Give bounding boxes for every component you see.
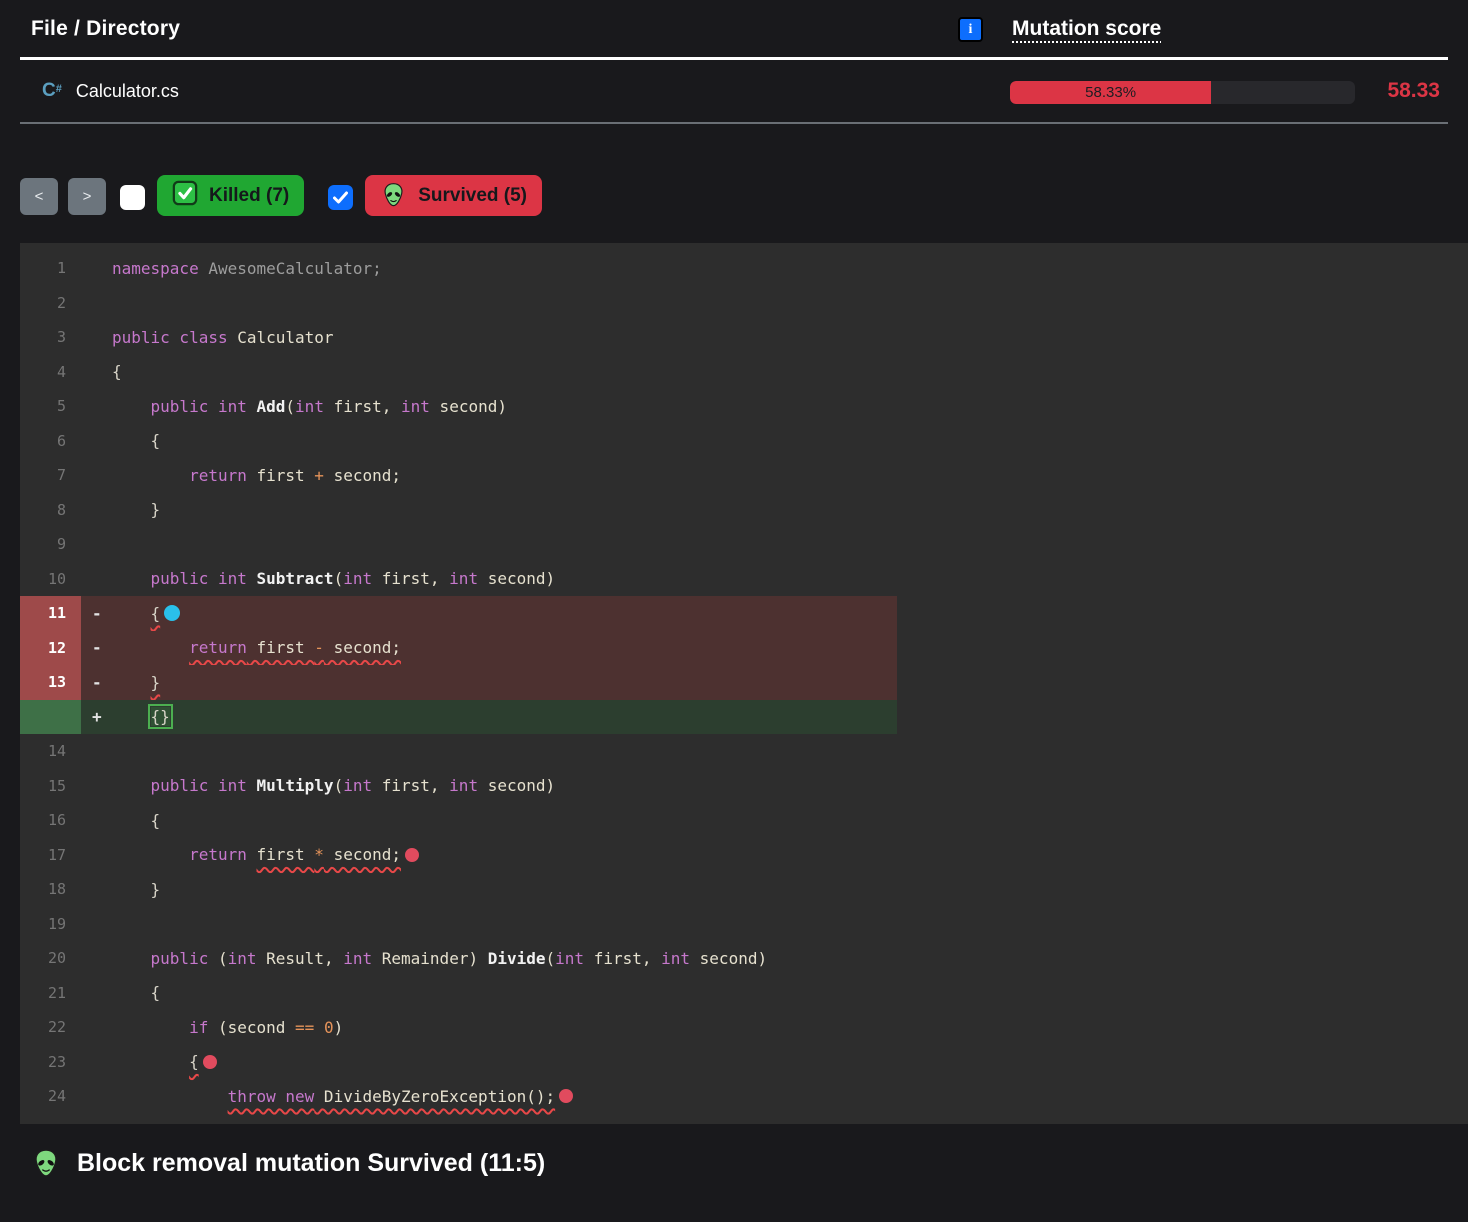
code-line: 13- } [20,665,1468,700]
diff-marker: - [81,638,112,657]
line-number: 15 [20,769,81,804]
line-number: 10 [20,562,81,597]
line-number: 18 [20,872,81,907]
line-number: 24 [20,1079,81,1114]
code-line: 17 return first * second; [20,838,1468,873]
survived-filter-checkbox[interactable] [328,185,353,210]
killed-filter-checkbox[interactable] [120,185,145,210]
code-line: 23 { [20,1045,1468,1080]
killed-filter-label: Killed (7) [209,185,289,207]
line-number: 16 [20,803,81,838]
line-number: 14 [20,734,81,769]
killed-filter-button[interactable]: Killed (7) [157,175,304,216]
survived-filter-button[interactable]: Survived (5) [365,175,542,216]
code-line: 21 { [20,976,1468,1011]
code-line: 3public class Calculator [20,320,1468,355]
previous-mutant-button[interactable]: < [20,178,58,215]
mutation-score-progress-bar: 58.33% [1010,81,1355,104]
code-line: 4{ [20,355,1468,390]
code-line: 20 public (int Result, int Remainder) Di… [20,941,1468,976]
mutation-score-heading[interactable]: Mutation score [1012,0,1161,57]
file-directory-heading: File / Directory [20,17,180,41]
line-number [20,700,81,735]
alien-icon [380,182,407,209]
progress-label: 58.33% [1085,84,1136,101]
line-number: 6 [20,424,81,459]
check-mark-button-icon [172,180,198,212]
line-number: 11 [20,596,81,631]
mutant-dot[interactable] [559,1089,573,1103]
diff-marker: - [81,673,112,692]
code-line: + {} [20,700,1468,735]
checkbox-check-icon [333,191,348,204]
next-mutant-button[interactable]: > [68,178,106,215]
mutation-report-page: File / Directory i Mutation score C# Cal… [0,0,1468,1222]
line-number: 5 [20,389,81,424]
line-number: 17 [20,838,81,873]
code-line: 24 throw new DivideByZeroException(); [20,1079,1468,1114]
code-editor: 1namespace AwesomeCalculator;23public cl… [20,243,1468,1124]
code-line: 8 } [20,493,1468,528]
code-line: 12- return first - second; [20,631,1468,666]
line-number: 2 [20,286,81,321]
filter-controls: < > Killed (7) [20,175,1468,216]
code-line: 18 } [20,872,1468,907]
line-number: 8 [20,493,81,528]
line-number: 1 [20,251,81,286]
survived-filter-label: Survived (5) [418,185,527,207]
selected-mutant-dot[interactable] [164,605,180,621]
diff-marker: + [81,707,112,726]
mutation-score-value: 58.33 [1387,60,1440,122]
code-line: 10 public int Subtract(int first, int se… [20,562,1468,597]
code-line: 14 [20,734,1468,769]
table-header-row: File / Directory i Mutation score [20,0,1448,60]
progress-fill: 58.33% [1010,81,1211,104]
line-number: 4 [20,355,81,390]
code-line: 5 public int Add(int first, int second) [20,389,1468,424]
line-number: 13 [20,665,81,700]
line-number: 3 [20,320,81,355]
alien-icon [30,1148,62,1180]
csharp-file-icon: C# [42,80,62,102]
file-row[interactable]: C# Calculator.cs 58.33% 58.33 [20,60,1448,124]
line-number: 12 [20,631,81,666]
selected-mutation-text: Block removal mutation Survived (11:5) [77,1149,545,1178]
code-line: 19 [20,907,1468,942]
code-line: 16 { [20,803,1468,838]
line-number: 21 [20,976,81,1011]
line-number: 23 [20,1045,81,1080]
code-line: 22 if (second == 0) [20,1010,1468,1045]
code-line: 9 [20,527,1468,562]
diff-marker: - [81,604,112,623]
code-line: 2 [20,286,1468,321]
code-line: 15 public int Multiply(int first, int se… [20,769,1468,804]
mutant-dot[interactable] [405,848,419,862]
info-icon[interactable]: i [958,17,983,42]
code-line: 1namespace AwesomeCalculator; [20,251,1468,286]
line-number: 22 [20,1010,81,1045]
line-number: 20 [20,941,81,976]
line-number: 19 [20,907,81,942]
code-line: 7 return first + second; [20,458,1468,493]
code-line: 6 { [20,424,1468,459]
line-number: 7 [20,458,81,493]
file-name[interactable]: Calculator.cs [76,81,179,102]
mutant-dot[interactable] [203,1055,217,1069]
selected-mutation-bar: Block removal mutation Survived (11:5) [0,1124,1468,1222]
code-line: 11- { [20,596,1468,631]
line-number: 9 [20,527,81,562]
